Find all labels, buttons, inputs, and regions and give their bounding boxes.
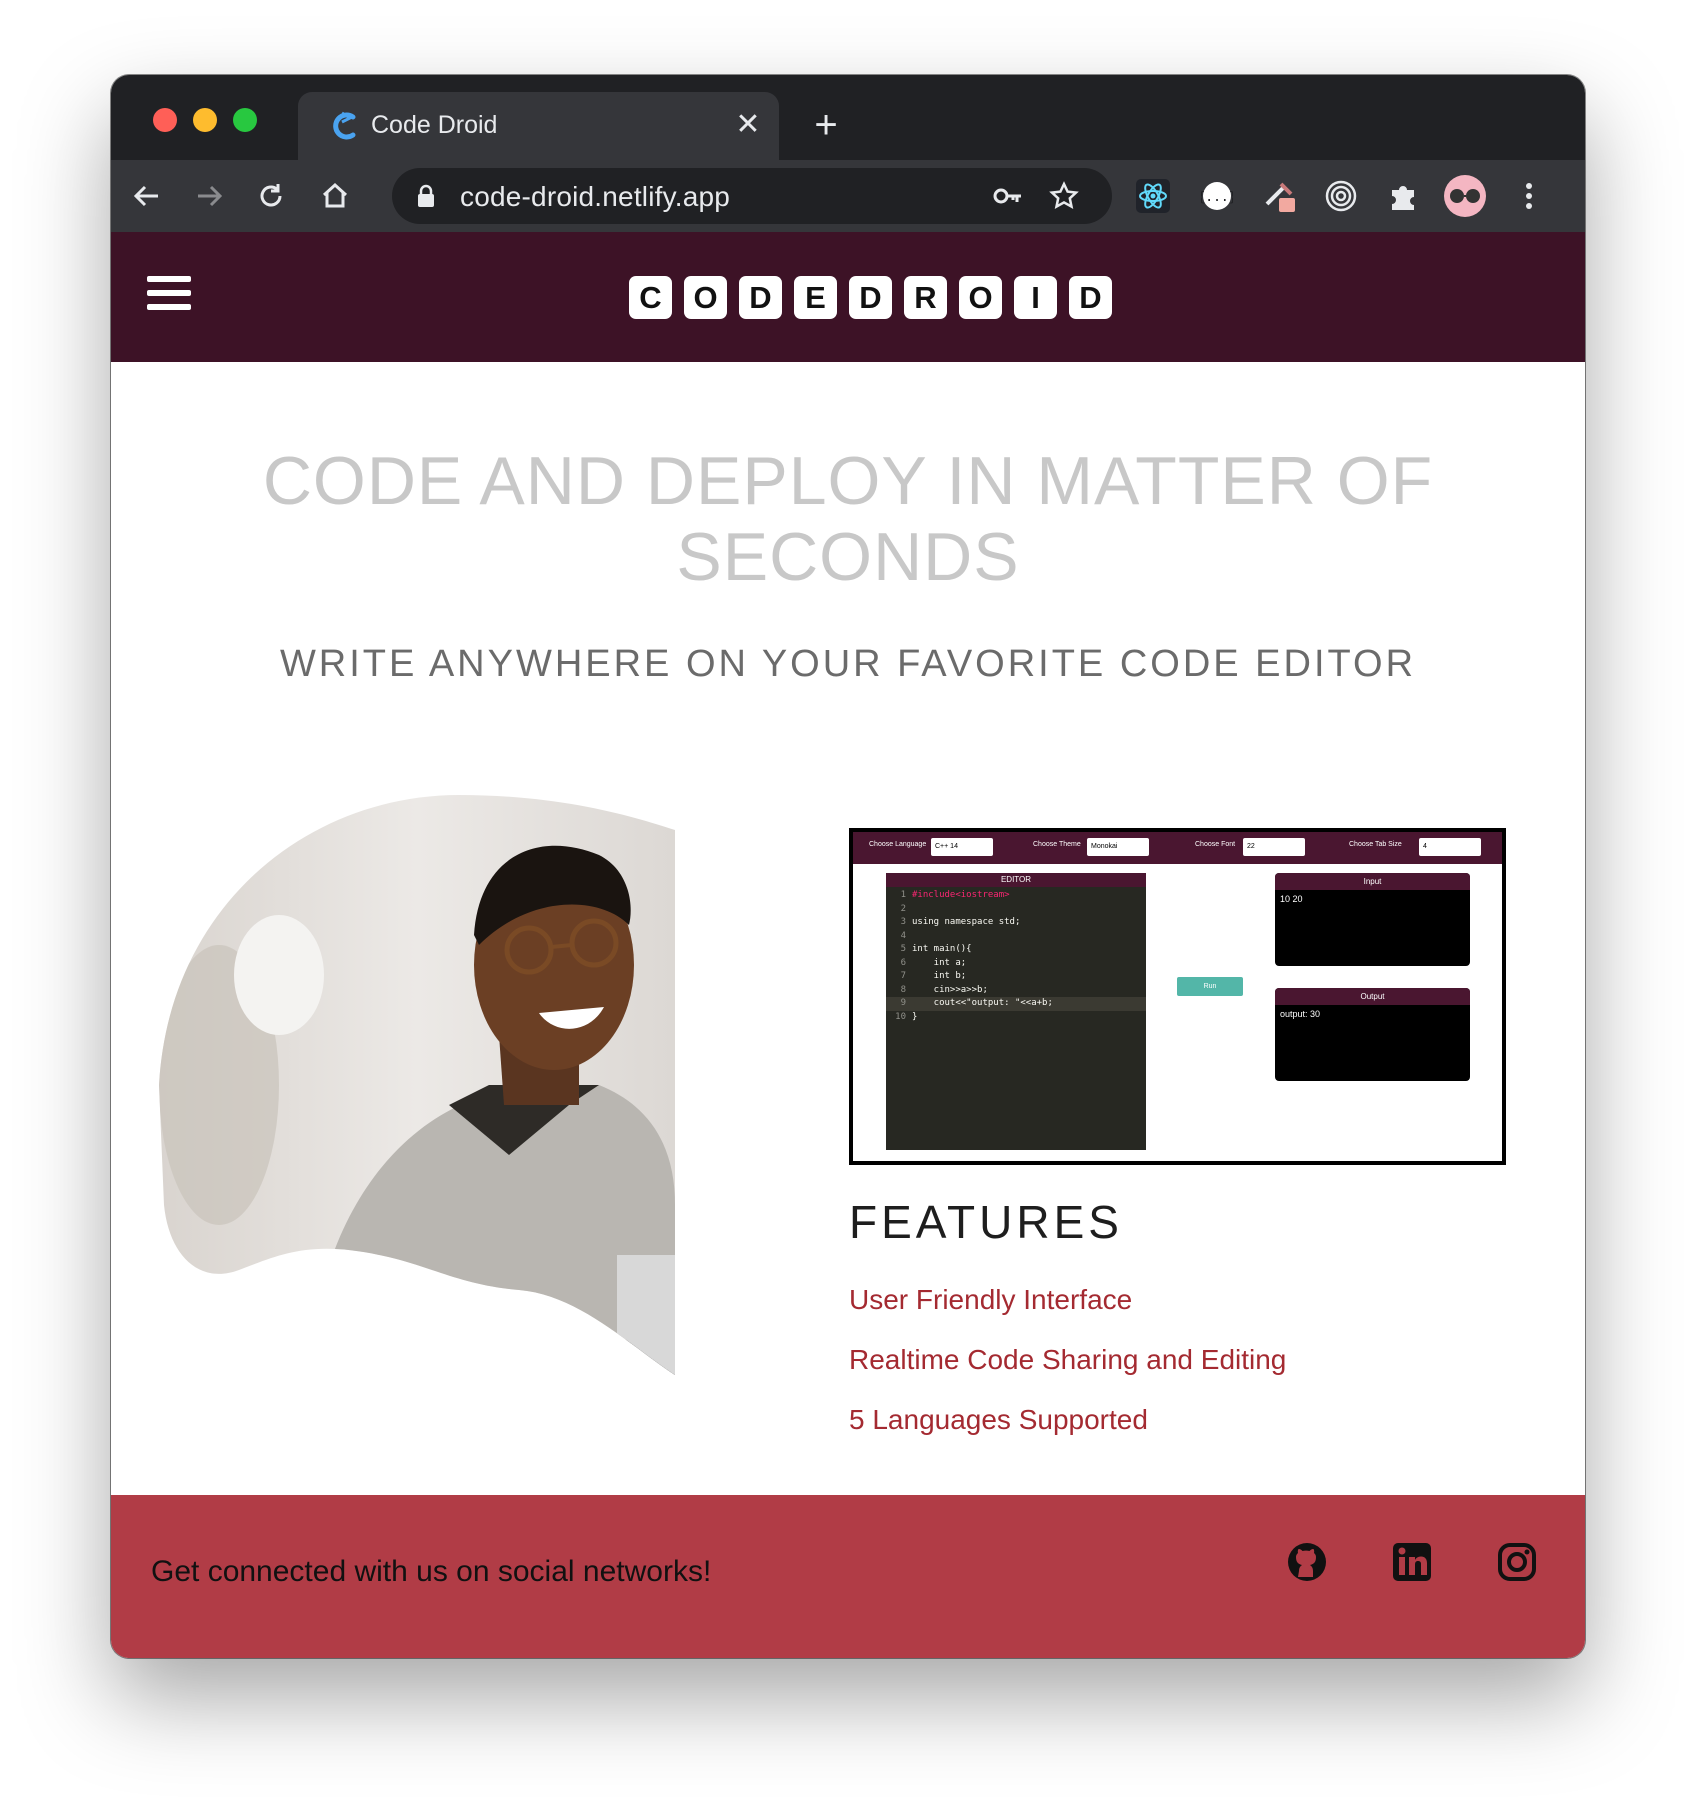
editor-screenshot: Choose Language C++ 14 Choose Theme Mono… (849, 828, 1506, 1165)
instagram-icon[interactable] (1496, 1541, 1538, 1583)
output-value: output: 30 (1280, 1009, 1321, 1019)
code-line: 2 (900, 903, 906, 914)
language-select: C++ 14 (931, 838, 993, 856)
input-title: Input (1275, 873, 1470, 890)
code-line: 7 int b; (900, 971, 967, 981)
extensions-puzzle-icon[interactable] (1381, 174, 1425, 218)
maximize-window-button[interactable] (233, 108, 257, 132)
code-line: 10} (895, 1011, 918, 1022)
code-line: 9 cout<<"output: "<<a+b; (886, 997, 1146, 1011)
address-bar[interactable]: code-droid.netlify.app (392, 168, 1112, 224)
hamburger-menu-icon[interactable] (147, 276, 191, 314)
feature-item: User Friendly Interface (849, 1284, 1133, 1315)
back-arrow-icon (133, 185, 158, 207)
font-select: 22 (1243, 838, 1305, 856)
target-extension-icon[interactable] (1319, 174, 1363, 218)
browser-menu-icon[interactable] (1507, 174, 1551, 218)
json-viewer-icon[interactable]: {...} (1195, 174, 1239, 218)
logo-letter: O (684, 276, 727, 319)
code-line: 1 #include<iostream> (900, 890, 1010, 900)
hero-subtitle: WRITE ANYWHERE ON YOUR FAVORITE CODE EDI… (279, 643, 1417, 685)
logo-letter: C (629, 276, 672, 319)
site-header: C O D E D R O I D (111, 232, 1585, 362)
editor-title: EDITOR (886, 873, 1146, 887)
back-button[interactable] (125, 174, 169, 218)
logo-letter: E (794, 276, 837, 319)
forward-arrow-icon (198, 185, 223, 207)
control-label: Choose Font (1195, 841, 1236, 848)
reload-button[interactable] (249, 174, 293, 218)
features-title: FEATURES (849, 1196, 1123, 1248)
code-line: 6 int a; (900, 957, 967, 968)
bookmark-star-icon[interactable] (1046, 178, 1082, 214)
logo-letter: R (904, 276, 947, 319)
control-label: Choose Tab Size (1349, 841, 1402, 848)
tab-title: Code Droid (371, 111, 498, 139)
screenshot-toolbar: Choose Language C++ 14 Choose Theme Mono… (853, 832, 1502, 864)
tab-strip: Code Droid ✕ + (111, 75, 1585, 160)
password-key-icon[interactable] (990, 178, 1026, 214)
browser-window: Code Droid ✕ + code-droid.netlify.app ..… (111, 75, 1585, 1658)
hero-title: CODE AND DEPLOY IN MATTER OF SECONDS (262, 443, 1434, 595)
reload-icon (260, 184, 282, 207)
github-icon[interactable] (1286, 1541, 1328, 1583)
svg-text:{...}: {...} (1201, 190, 1233, 205)
forward-button[interactable] (187, 174, 231, 218)
linkedin-icon[interactable] (1391, 1541, 1433, 1583)
minimize-window-button[interactable] (193, 108, 217, 132)
code-editor-preview: EDITOR 1 #include<iostream> 2 3 using name… (886, 873, 1146, 1150)
input-panel-preview: Input 10 20 (1275, 873, 1470, 966)
browser-toolbar: code-droid.netlify.app {...} (111, 160, 1585, 232)
home-button[interactable] (313, 174, 357, 218)
home-icon (322, 182, 348, 208)
code-line: 5 int main(){ (900, 944, 972, 954)
react-devtools-icon[interactable] (1131, 174, 1175, 218)
logo-letter: D (739, 276, 782, 319)
tab-code-droid[interactable]: Code Droid ✕ (298, 92, 779, 160)
code-line: 3 using namespace std; (900, 917, 1021, 927)
logo-letter: D (849, 276, 892, 319)
developer-photo (159, 795, 675, 1375)
output-panel-preview: Output output: 30 (1275, 988, 1470, 1081)
control-label: Choose Theme (1033, 841, 1081, 848)
color-picker-icon[interactable] (1257, 174, 1301, 218)
tab-close-icon[interactable]: ✕ (728, 105, 768, 145)
footer-text: Get connected with us on social networks… (151, 1555, 712, 1588)
control-label: Choose Language (869, 841, 927, 848)
logo-letter: D (1069, 276, 1112, 319)
code-droid-favicon-icon (333, 111, 356, 140)
lock-icon (418, 184, 434, 207)
feature-item: Realtime Code Sharing and Editing (849, 1344, 1287, 1375)
profile-avatar[interactable] (1443, 174, 1487, 218)
tab-size-select: 4 (1419, 838, 1481, 856)
url-text: code-droid.netlify.app (460, 181, 731, 212)
code-droid-logo[interactable]: C O D E D R O I D (629, 276, 1112, 319)
site-footer: Get connected with us on social networks… (111, 1495, 1585, 1658)
code-line: 8 cin>>a>>b; (900, 984, 988, 995)
feature-item: 5 Languages Supported (849, 1404, 1148, 1435)
code-line: 4 (900, 930, 906, 941)
run-button-preview: Run (1177, 977, 1243, 996)
logo-letter: O (959, 276, 1002, 319)
logo-letter: I (1014, 276, 1057, 319)
input-value: 10 20 (1280, 894, 1303, 904)
theme-select: Monokai (1087, 838, 1149, 856)
new-tab-button[interactable]: + (806, 105, 846, 145)
output-title: Output (1275, 988, 1470, 1005)
close-window-button[interactable] (153, 108, 177, 132)
